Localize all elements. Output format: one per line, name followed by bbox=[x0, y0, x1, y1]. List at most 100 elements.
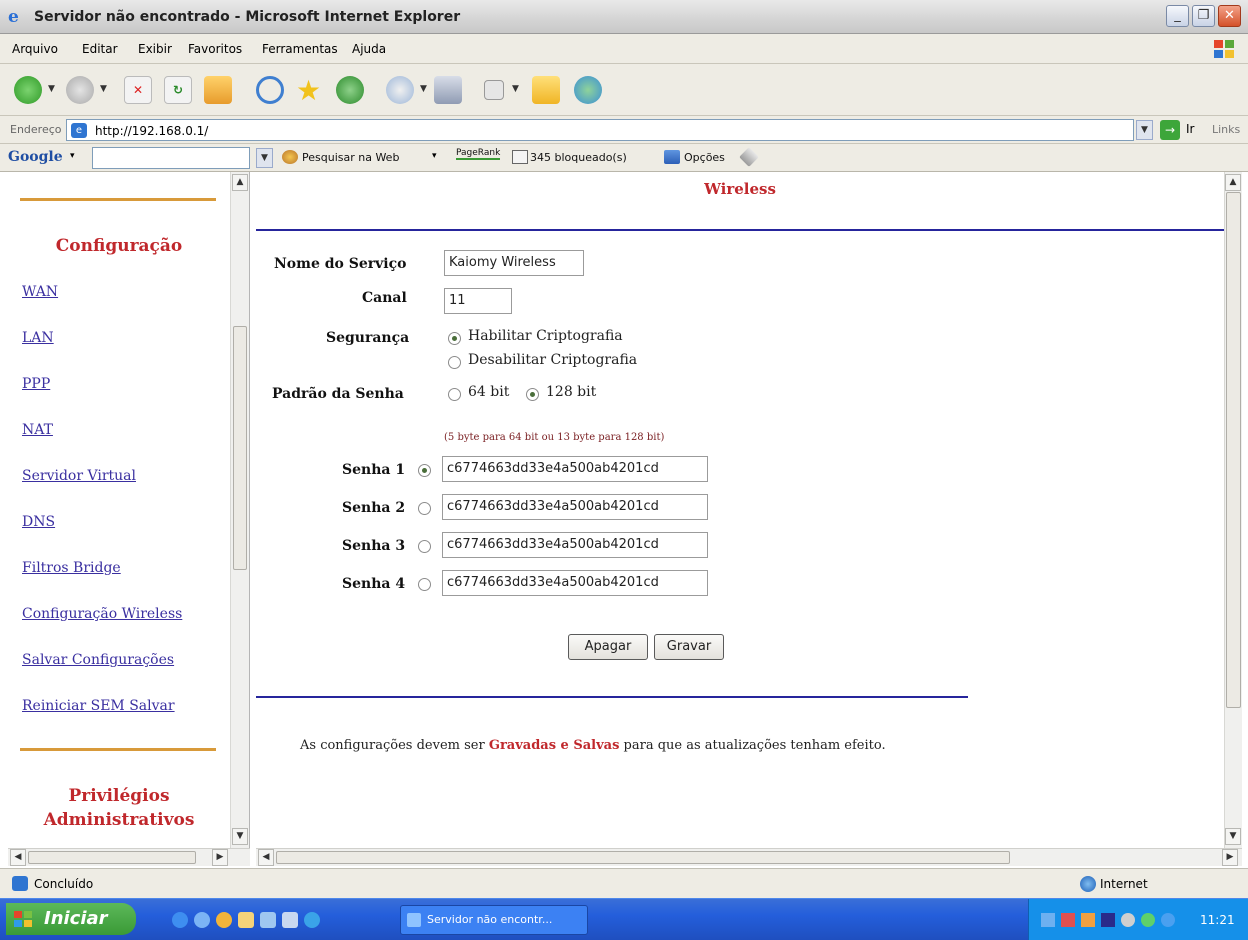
scroll-thumb[interactable] bbox=[28, 851, 196, 864]
menu-ferramentas[interactable]: Ferramentas bbox=[262, 42, 338, 56]
key4-radio[interactable] bbox=[418, 578, 431, 591]
key4-input[interactable]: c6774663dd33e4a500ab4201cd bbox=[442, 570, 708, 596]
enable-encryption-radio[interactable] bbox=[448, 332, 461, 345]
key1-input[interactable]: c6774663dd33e4a500ab4201cd bbox=[442, 456, 708, 482]
tray-volume-icon[interactable] bbox=[1121, 913, 1135, 927]
search-icon[interactable] bbox=[256, 76, 284, 104]
go-button-label[interactable]: Ir bbox=[1186, 122, 1194, 136]
mail-icon[interactable] bbox=[386, 76, 414, 104]
clear-button[interactable]: Apagar bbox=[568, 634, 648, 660]
stop-icon[interactable]: ✕ bbox=[124, 76, 152, 104]
quicklaunch-desktop-icon[interactable] bbox=[260, 912, 276, 928]
nav-link-configuracao-wireless[interactable]: Configuração Wireless bbox=[22, 606, 182, 622]
menu-editar[interactable]: Editar bbox=[82, 42, 118, 56]
chevron-down-icon[interactable]: ▾ bbox=[70, 151, 75, 161]
tray-update-icon[interactable] bbox=[1161, 913, 1175, 927]
save-button[interactable]: Gravar bbox=[654, 634, 724, 660]
back-icon[interactable] bbox=[14, 76, 42, 104]
menu-arquivo[interactable]: Arquivo bbox=[12, 42, 58, 56]
nav-link-reiniciar-sem-salvar[interactable]: Reiniciar SEM Salvar bbox=[22, 698, 175, 714]
scroll-thumb[interactable] bbox=[233, 326, 247, 570]
pencil-icon[interactable] bbox=[739, 147, 759, 167]
key3-radio[interactable] bbox=[418, 540, 431, 553]
folder-icon[interactable] bbox=[532, 76, 560, 104]
blocked-count[interactable]: 345 bloqueado(s) bbox=[530, 151, 627, 164]
nav-link-dns[interactable]: DNS bbox=[22, 514, 55, 530]
nav-link-filtros-bridge[interactable]: Filtros Bridge bbox=[22, 560, 121, 576]
service-name-input[interactable]: Kaiomy Wireless bbox=[444, 250, 584, 276]
nav-link-lan[interactable]: LAN bbox=[22, 330, 54, 346]
chevron-down-icon[interactable]: ▾ bbox=[432, 151, 437, 161]
quicklaunch-folder-icon[interactable] bbox=[238, 912, 254, 928]
maximize-button[interactable]: ❐ bbox=[1192, 5, 1215, 27]
main-vertical-scrollbar[interactable]: ▲ ▼ bbox=[1224, 172, 1242, 848]
tray-network-icon[interactable] bbox=[1041, 913, 1055, 927]
forward-icon[interactable] bbox=[66, 76, 94, 104]
tray-shield-icon[interactable] bbox=[1061, 913, 1075, 927]
print-icon[interactable] bbox=[434, 76, 462, 104]
history-icon[interactable] bbox=[336, 76, 364, 104]
chevron-down-icon[interactable]: ▼ bbox=[48, 84, 55, 94]
quicklaunch-ie-icon[interactable] bbox=[172, 912, 188, 928]
close-button[interactable]: ✕ bbox=[1218, 5, 1241, 27]
quicklaunch-app-icon[interactable] bbox=[282, 912, 298, 928]
tray-alert-icon[interactable] bbox=[1081, 913, 1095, 927]
128bit-radio[interactable] bbox=[526, 388, 539, 401]
links-label[interactable]: Links bbox=[1212, 123, 1240, 136]
scroll-left-button[interactable]: ◀ bbox=[10, 849, 26, 866]
left-horizontal-scrollbar[interactable]: ◀ ▶ bbox=[8, 848, 250, 866]
edit-icon[interactable] bbox=[484, 80, 504, 100]
quicklaunch-media-icon[interactable] bbox=[216, 912, 232, 928]
channel-input[interactable]: 11 bbox=[444, 288, 512, 314]
menu-ajuda[interactable]: Ajuda bbox=[352, 42, 386, 56]
google-dropdown-button[interactable]: ▼ bbox=[256, 148, 273, 168]
quicklaunch-messenger-icon[interactable] bbox=[304, 912, 320, 928]
menu-favoritos[interactable]: Favoritos bbox=[188, 42, 242, 56]
disable-encryption-radio[interactable] bbox=[448, 356, 461, 369]
tray-messenger-icon[interactable] bbox=[1141, 913, 1155, 927]
scroll-right-button[interactable]: ▶ bbox=[212, 849, 228, 866]
quicklaunch-browser-icon[interactable] bbox=[194, 912, 210, 928]
key2-radio[interactable] bbox=[418, 502, 431, 515]
scroll-down-button[interactable]: ▼ bbox=[1225, 828, 1241, 845]
taskbar-item-ie[interactable]: Servidor não encontr... bbox=[400, 905, 588, 935]
scroll-right-button[interactable]: ▶ bbox=[1222, 849, 1238, 866]
nav-link-salvar-configuracoes[interactable]: Salvar Configurações bbox=[22, 652, 174, 668]
key1-radio[interactable] bbox=[418, 464, 431, 477]
home-icon[interactable] bbox=[204, 76, 232, 104]
divider bbox=[256, 229, 1224, 231]
scroll-left-button[interactable]: ◀ bbox=[258, 849, 274, 866]
tray-app-icon[interactable] bbox=[1101, 913, 1115, 927]
google-logo[interactable]: Google bbox=[8, 149, 63, 165]
scroll-thumb[interactable] bbox=[1226, 192, 1241, 708]
status-bar: Concluído Internet bbox=[0, 868, 1248, 898]
scroll-thumb[interactable] bbox=[276, 851, 1010, 864]
chevron-down-icon[interactable]: ▼ bbox=[100, 84, 107, 94]
favorites-icon[interactable]: ★ bbox=[296, 74, 321, 107]
minimize-button[interactable]: _ bbox=[1166, 5, 1189, 27]
scroll-up-button[interactable]: ▲ bbox=[232, 174, 248, 191]
nav-link-ppp[interactable]: PPP bbox=[22, 376, 50, 392]
key2-input[interactable]: c6774663dd33e4a500ab4201cd bbox=[442, 494, 708, 520]
key3-input[interactable]: c6774663dd33e4a500ab4201cd bbox=[442, 532, 708, 558]
main-horizontal-scrollbar[interactable]: ◀ ▶ bbox=[256, 848, 1242, 866]
google-search-input[interactable] bbox=[92, 147, 250, 169]
menu-exibir[interactable]: Exibir bbox=[138, 42, 172, 56]
messenger-icon[interactable] bbox=[574, 76, 602, 104]
chevron-down-icon[interactable]: ▼ bbox=[420, 84, 427, 94]
address-input[interactable]: e http://192.168.0.1/ bbox=[66, 119, 1134, 141]
refresh-icon[interactable]: ↻ bbox=[164, 76, 192, 104]
address-dropdown-button[interactable]: ▼ bbox=[1136, 120, 1153, 140]
nav-link-wan[interactable]: WAN bbox=[22, 284, 58, 300]
64bit-radio[interactable] bbox=[448, 388, 461, 401]
footer-note-post: para que as atualizações tenham efeito. bbox=[623, 738, 886, 753]
nav-link-nat[interactable]: NAT bbox=[22, 422, 53, 438]
scroll-up-button[interactable]: ▲ bbox=[1225, 174, 1241, 191]
nav-link-servidor-virtual[interactable]: Servidor Virtual bbox=[22, 468, 136, 484]
options-button[interactable]: Opções bbox=[684, 151, 725, 164]
go-icon[interactable]: → bbox=[1160, 120, 1180, 140]
scroll-down-button[interactable]: ▼ bbox=[232, 828, 248, 845]
chevron-down-icon[interactable]: ▼ bbox=[512, 84, 519, 94]
left-vertical-scrollbar[interactable]: ▲ ▼ bbox=[230, 172, 249, 848]
search-web-button[interactable]: Pesquisar na Web bbox=[302, 151, 399, 164]
